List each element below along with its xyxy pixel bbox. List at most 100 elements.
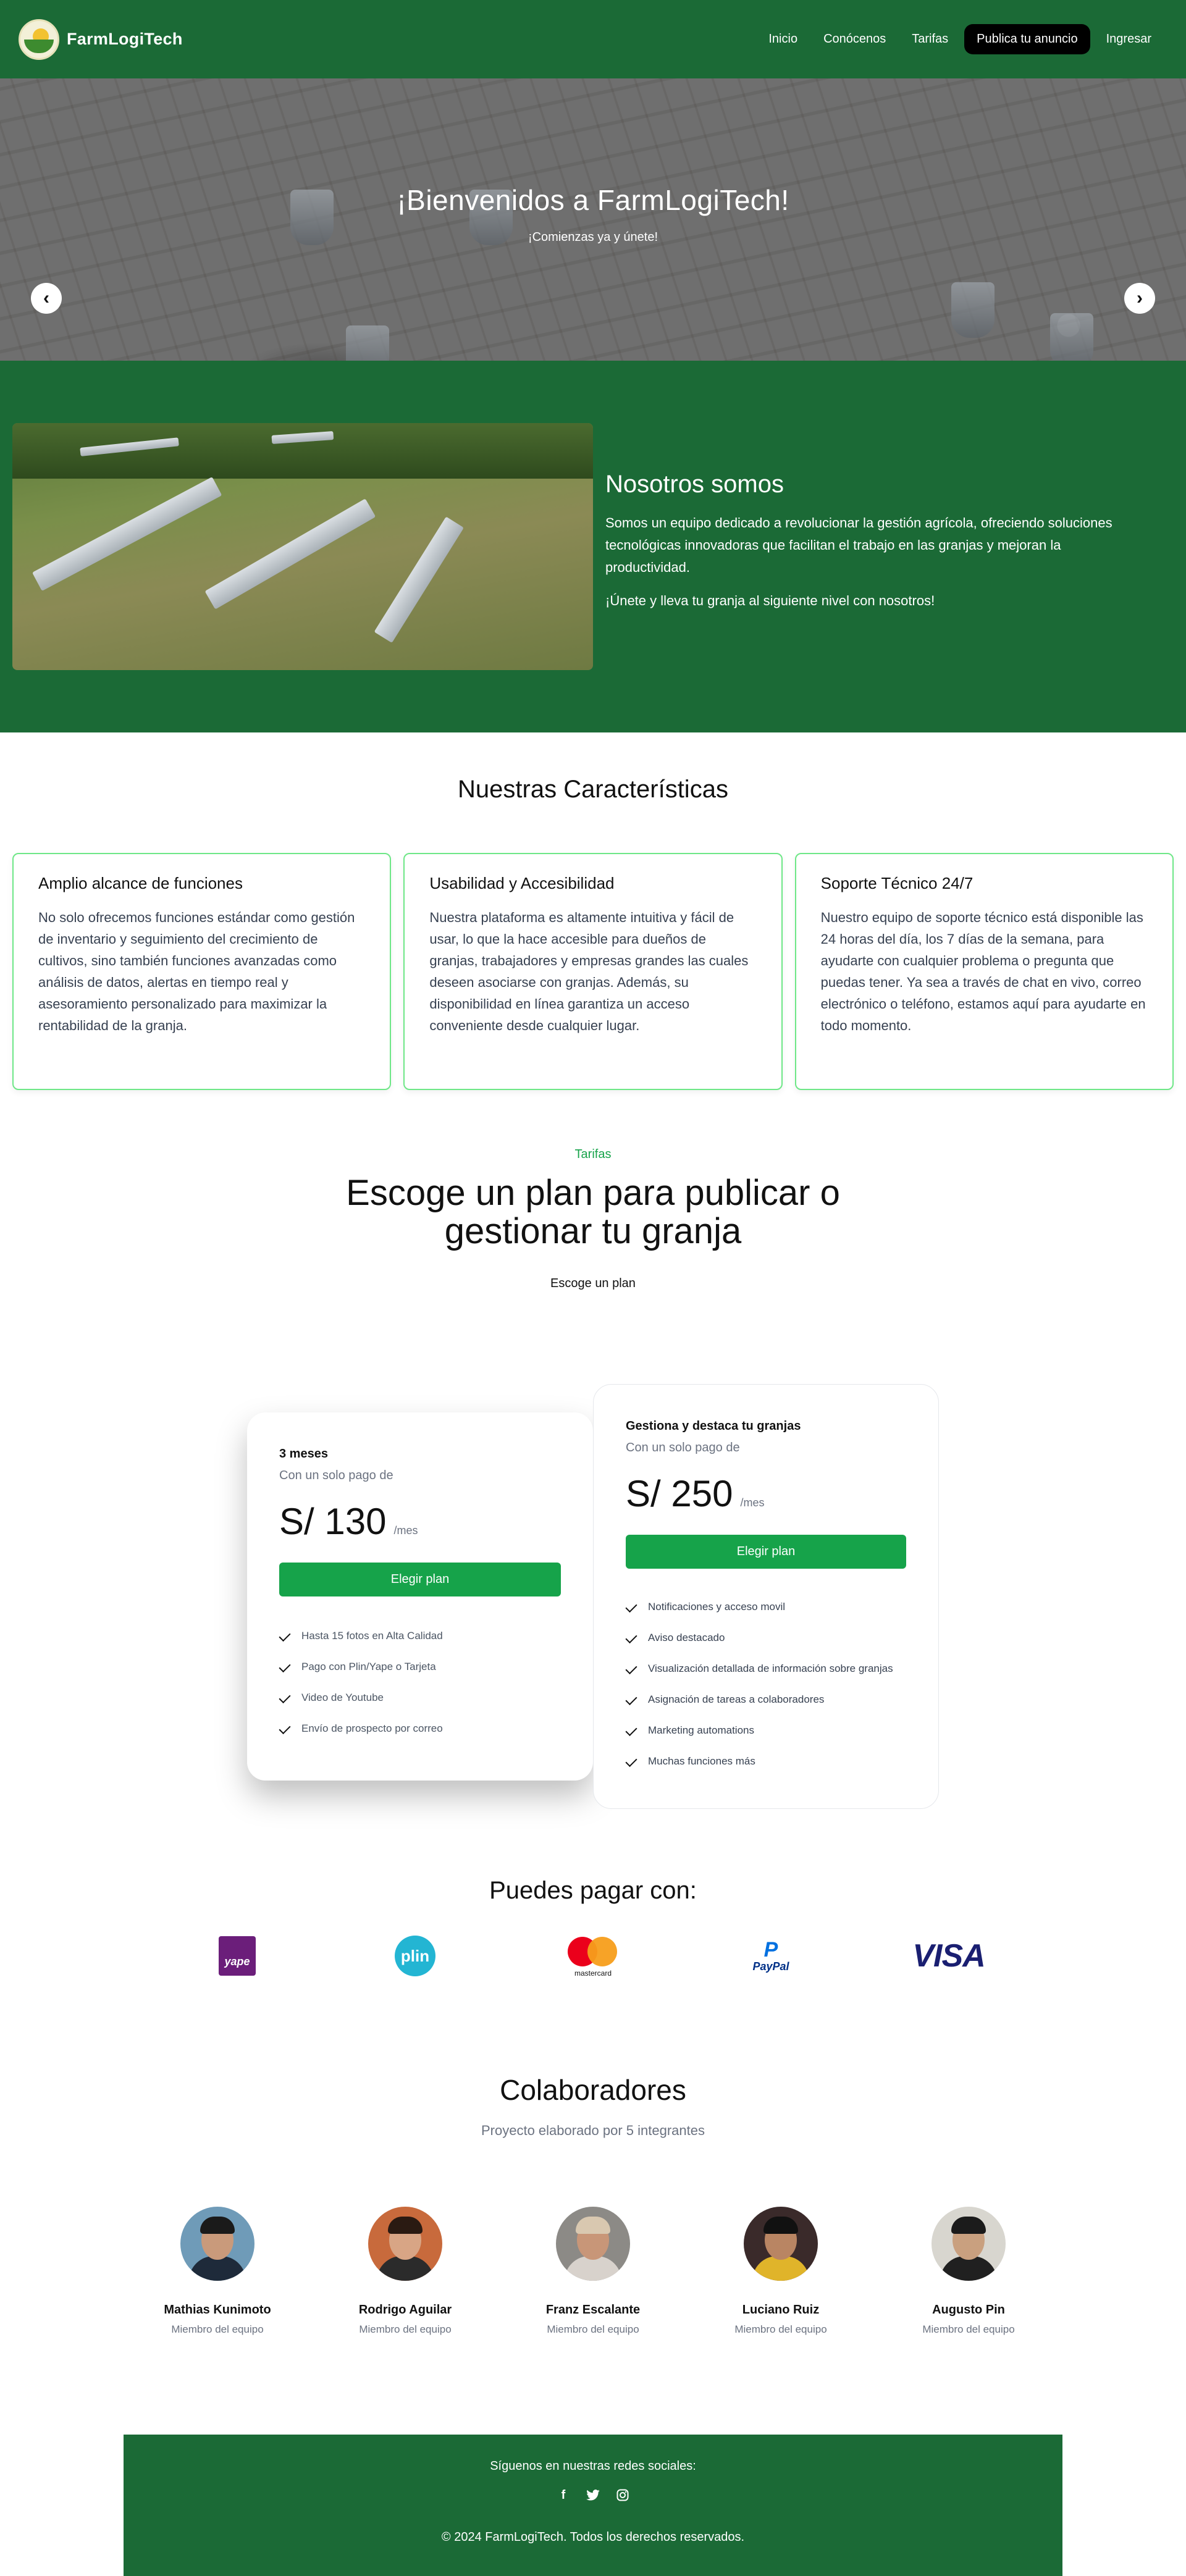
avatar bbox=[180, 2207, 254, 2281]
plan-name: Gestiona y destaca tu granjas bbox=[626, 1419, 801, 1433]
feeder-decoration bbox=[1050, 313, 1093, 361]
member-name: Luciano Ruiz bbox=[742, 2303, 820, 2317]
plin-logo: plin bbox=[378, 1934, 452, 1978]
feeder-decoration bbox=[951, 282, 995, 338]
pricing-subtitle: Escoge un plan bbox=[550, 1277, 636, 1290]
feature-card-title: Soporte Técnico 24/7 bbox=[820, 874, 974, 892]
avatar bbox=[556, 2207, 630, 2281]
feeder-decoration bbox=[346, 325, 389, 361]
plan-name: 3 meses bbox=[279, 1447, 328, 1461]
twitter-icon[interactable] bbox=[586, 2488, 600, 2502]
feature-card-body: Nuestro equipo de soporte técnico está d… bbox=[820, 910, 1146, 1033]
check-icon bbox=[626, 1660, 638, 1677]
farm-logo-icon bbox=[19, 19, 59, 60]
about-text: Nosotros somos Somos un equipo dedicado … bbox=[605, 471, 1174, 623]
brand-name: FarmLogiTech bbox=[67, 30, 183, 48]
check-icon bbox=[279, 1720, 292, 1737]
plan-pre-label: Con un solo pago de bbox=[279, 1469, 393, 1482]
pricing-section: Tarifas Escoge un plan para publicar o g… bbox=[0, 1139, 1186, 1877]
choose-plan-button[interactable]: Elegir plan bbox=[626, 1535, 906, 1569]
team-subtitle: Proyecto elaborado por 5 integrantes bbox=[481, 2123, 705, 2138]
nav-link-conocenos[interactable]: Conócenos bbox=[814, 25, 896, 54]
plan-feature: Marketing automations bbox=[626, 1722, 906, 1739]
check-icon bbox=[279, 1658, 292, 1676]
footer-follow-text: Síguenos en nuestras redes sociales: bbox=[490, 2459, 696, 2473]
plan-feature: Pago con Plin/Yape o Tarjeta bbox=[279, 1658, 561, 1676]
publish-ad-button[interactable]: Publica tu anuncio bbox=[964, 24, 1090, 54]
hero-carousel: ¡Bienvenidos a FarmLogiTech! ¡Comienzas … bbox=[0, 78, 1186, 361]
features-title: Nuestras Características bbox=[458, 776, 728, 803]
feature-card: Usabilidad y Accesibilidad Nuestra plata… bbox=[403, 853, 783, 1090]
paypal-logo-text: PayPal bbox=[752, 1960, 789, 1973]
team-member: Augusto Pin Miembro del equipo bbox=[888, 2207, 1049, 2336]
choose-plan-button[interactable]: Elegir plan bbox=[279, 1563, 561, 1596]
mastercard-logo: mastercard bbox=[556, 1934, 630, 1978]
check-icon bbox=[279, 1627, 292, 1645]
paypal-mark: P bbox=[763, 1938, 778, 1961]
about-paragraph: Somos un equipo dedicado a revolucionar … bbox=[605, 514, 1112, 575]
member-role: Miembro del equipo bbox=[359, 2323, 452, 2335]
plan-feature-label: Visualización detallada de información s… bbox=[648, 1663, 893, 1674]
plan-amount: S/ 250 bbox=[626, 1473, 733, 1514]
feature-card: Soporte Técnico 24/7 Nuestro equipo de s… bbox=[794, 853, 1174, 1090]
about-paragraph: ¡Únete y lleva tu granja al siguiente ni… bbox=[605, 592, 935, 608]
member-name: Franz Escalante bbox=[545, 2303, 641, 2317]
member-role: Miembro del equipo bbox=[171, 2323, 264, 2335]
plan-feature-label: Hasta 15 fotos en Alta Calidad bbox=[301, 1630, 443, 1642]
plan-amount: S/ 130 bbox=[279, 1501, 387, 1542]
plan-pre-label: Con un solo pago de bbox=[626, 1441, 740, 1454]
plan-features: Hasta 15 fotos en Alta Calidad Pago con … bbox=[279, 1627, 561, 1737]
feature-card: Amplio alcance de funciones No solo ofre… bbox=[12, 853, 392, 1090]
visa-logo: VISA bbox=[912, 1934, 986, 1978]
plan-feature-label: Video de Youtube bbox=[301, 1692, 384, 1703]
instagram-icon[interactable] bbox=[616, 2488, 629, 2502]
plan-feature-label: Asignación de tareas a colaboradores bbox=[648, 1693, 825, 1705]
payment-logos: yape plin mastercard P PayPal VISA bbox=[0, 1934, 1186, 1978]
plan-feature-label: Marketing automations bbox=[648, 1724, 754, 1736]
pricing-title: Escoge un plan para publicar o gestionar… bbox=[346, 1173, 840, 1251]
payments-title: Puedes pagar con: bbox=[489, 1877, 697, 1904]
carousel-next-icon[interactable]: › bbox=[1124, 283, 1155, 314]
team-section: Colaboradores Proyecto elaborado por 5 i… bbox=[0, 2039, 1186, 2435]
plan-feature-label: Envío de prospecto por correo bbox=[301, 1722, 443, 1734]
yape-logo-text: yape bbox=[219, 1936, 256, 1976]
avatar bbox=[368, 2207, 442, 2281]
feature-card-body: No solo ofrecemos funciones estándar com… bbox=[38, 910, 355, 1033]
plan-unit: /mes bbox=[393, 1524, 418, 1537]
check-icon bbox=[626, 1691, 638, 1708]
footer: Síguenos en nuestras redes sociales: f ©… bbox=[124, 2435, 1062, 2576]
plan-feature: Hasta 15 fotos en Alta Calidad bbox=[279, 1627, 561, 1645]
avatar bbox=[932, 2207, 1006, 2281]
feature-card-body: Nuestra plataforma es altamente intuitiv… bbox=[429, 910, 749, 1033]
team-member: Mathias Kunimoto Miembro del equipo bbox=[137, 2207, 298, 2336]
paypal-logo: P PayPal bbox=[734, 1934, 808, 1978]
login-link[interactable]: Ingresar bbox=[1096, 25, 1161, 54]
plan-feature: Aviso destacado bbox=[626, 1629, 906, 1647]
member-role: Miembro del equipo bbox=[922, 2323, 1015, 2335]
feature-cards: Amplio alcance de funciones No solo ofre… bbox=[12, 853, 1174, 1090]
farm-aerial-image bbox=[12, 423, 593, 670]
nav-link-inicio[interactable]: Inicio bbox=[759, 25, 807, 54]
carousel-prev-icon[interactable]: ‹ bbox=[31, 283, 62, 314]
nav-link-tarifas[interactable]: Tarifas bbox=[902, 25, 958, 54]
brand[interactable]: FarmLogiTech bbox=[19, 19, 183, 60]
plan-feature: Notificaciones y acceso movil bbox=[626, 1598, 906, 1616]
plan-features: Notificaciones y acceso movil Aviso dest… bbox=[626, 1598, 906, 1770]
plan-card-3-meses: 3 meses Con un solo pago de S/ 130 /mes … bbox=[247, 1412, 593, 1781]
plan-unit: /mes bbox=[740, 1496, 765, 1509]
member-role: Miembro del equipo bbox=[547, 2323, 639, 2335]
about-section: Nosotros somos Somos un equipo dedicado … bbox=[0, 361, 1186, 732]
feature-card-title: Amplio alcance de funciones bbox=[38, 874, 243, 892]
plan-card-gestiona: Gestiona y destaca tu granjas Con un sol… bbox=[593, 1384, 939, 1809]
hero-title: ¡Bienvenidos a FarmLogiTech! bbox=[397, 184, 789, 216]
plan-feature: Video de Youtube bbox=[279, 1689, 561, 1706]
team-title: Colaboradores bbox=[500, 2074, 686, 2106]
footer-wrapper: Síguenos en nuestras redes sociales: f ©… bbox=[0, 2435, 1186, 2576]
member-role: Miembro del equipo bbox=[734, 2323, 827, 2335]
plan-feature: Asignación de tareas a colaboradores bbox=[626, 1691, 906, 1708]
facebook-icon[interactable]: f bbox=[557, 2488, 570, 2502]
plan-feature: Muchas funciones más bbox=[626, 1753, 906, 1770]
check-icon bbox=[626, 1722, 638, 1739]
check-icon bbox=[279, 1689, 292, 1706]
team-member: Rodrigo Aguilar Miembro del equipo bbox=[325, 2207, 486, 2336]
